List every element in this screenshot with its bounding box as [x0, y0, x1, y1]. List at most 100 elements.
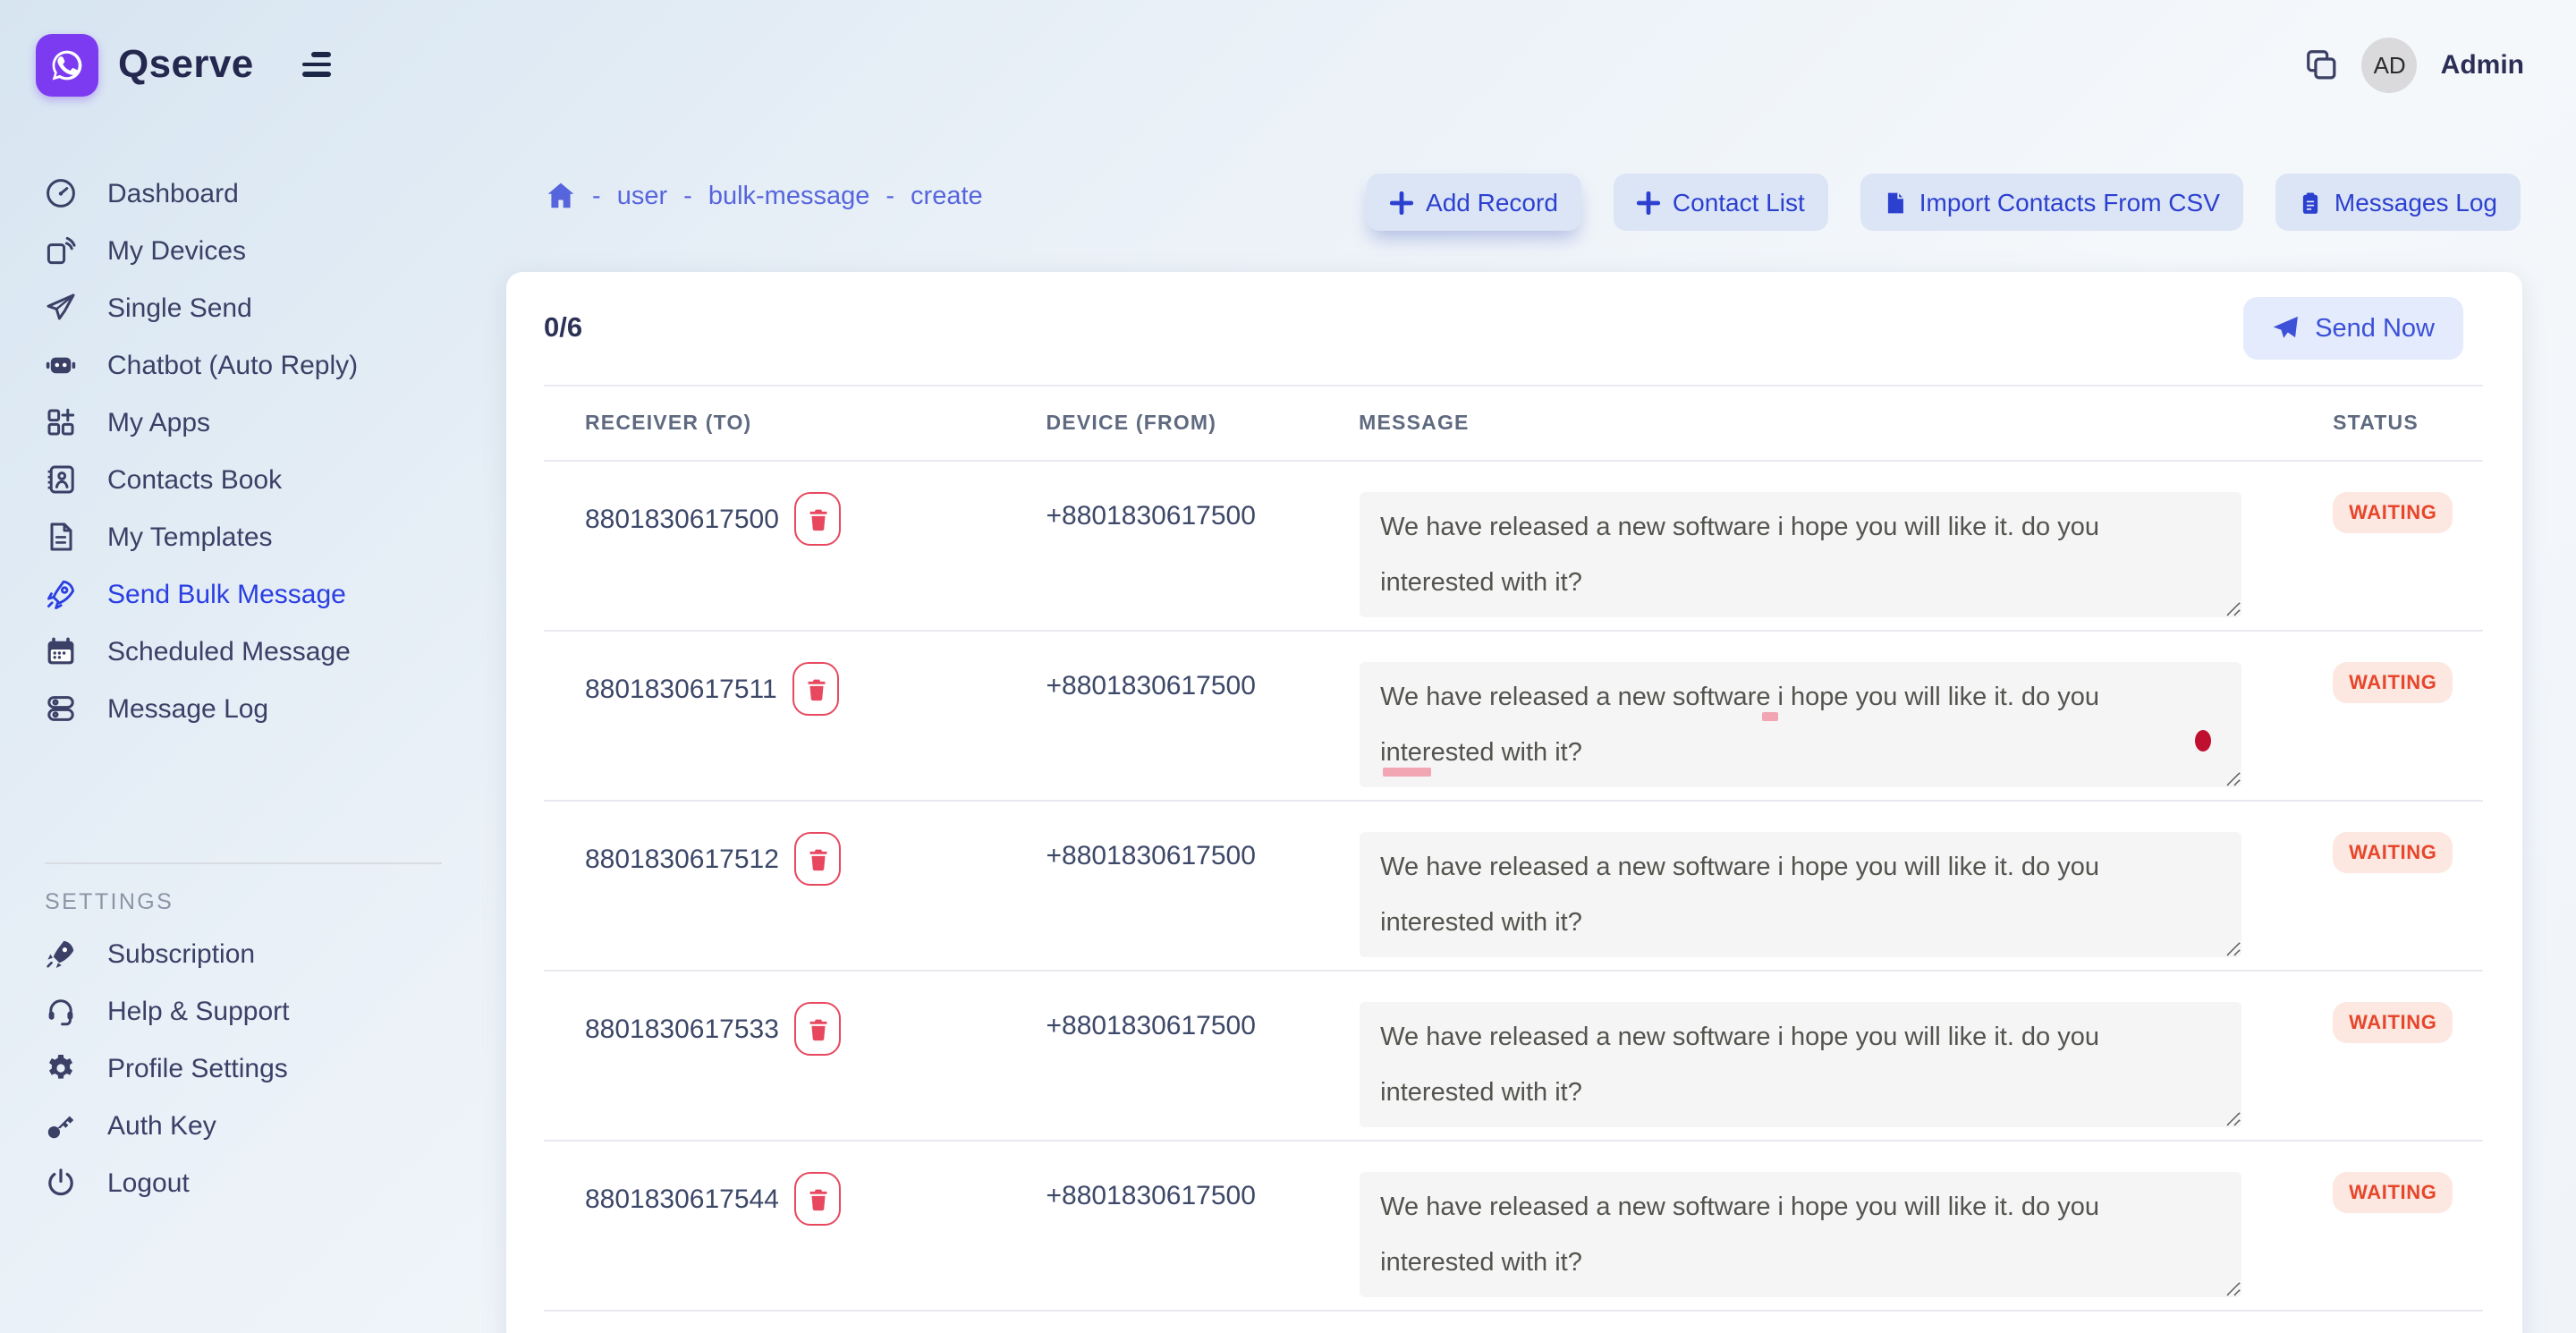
- plus-icon: [1637, 191, 1660, 214]
- sidebar-item-label: My Apps: [107, 407, 210, 437]
- sidebar-item-label: Send Bulk Message: [107, 579, 346, 609]
- menu-toggle-icon[interactable]: [302, 52, 331, 77]
- message-textarea[interactable]: [1359, 1002, 2241, 1127]
- calendar-icon: [45, 635, 77, 667]
- power-icon: [45, 1167, 77, 1199]
- sidebar-item-scheduled-message[interactable]: Scheduled Message: [0, 623, 487, 680]
- templates-icon: [45, 521, 77, 553]
- page: Qserve AD Admin Dashboard My Devices Sin…: [0, 0, 2576, 1333]
- sidebar-item-label: Subscription: [107, 938, 255, 969]
- recipients-table: RECEIVER (TO) DEVICE (FROM) MESSAGE STAT…: [544, 385, 2483, 1312]
- delete-row-button[interactable]: [795, 1172, 842, 1226]
- send-now-button[interactable]: Send Now: [2243, 297, 2463, 360]
- csv-file-icon: [1884, 191, 1907, 214]
- sidebar-item-chatbot-auto-reply[interactable]: Chatbot (Auto Reply): [0, 336, 487, 394]
- sidebar-item-help-support[interactable]: Help & Support: [0, 982, 487, 1040]
- breadcrumb-separator: -: [683, 182, 692, 210]
- sidebar-item-label: Single Send: [107, 293, 252, 323]
- delete-row-button[interactable]: [795, 1002, 842, 1056]
- sidebar-item-label: My Templates: [107, 522, 273, 552]
- key-icon: [45, 1109, 77, 1142]
- gear-icon: [45, 1052, 77, 1084]
- copy-icon[interactable]: [2305, 47, 2339, 81]
- brand-logo[interactable]: Qserve: [0, 33, 254, 96]
- delete-row-button[interactable]: [795, 492, 842, 546]
- avatar[interactable]: AD: [2362, 37, 2418, 92]
- receiver-number: 8801830617511: [585, 674, 777, 704]
- clipboard-icon: [2299, 191, 2322, 214]
- sidebar-item-label: Chatbot (Auto Reply): [107, 350, 358, 380]
- whatsapp-logo-icon: [36, 33, 98, 96]
- breadcrumb-item-user[interactable]: user: [617, 182, 667, 210]
- sidebar-item-dashboard[interactable]: Dashboard: [0, 165, 487, 222]
- sidebar-item-subscription[interactable]: Subscription: [0, 925, 487, 982]
- contact-list-button[interactable]: Contact List: [1614, 174, 1828, 231]
- brand-name: Qserve: [118, 41, 254, 88]
- sidebar-item-send-bulk-message[interactable]: Send Bulk Message: [0, 565, 487, 623]
- add-record-button[interactable]: Add Record: [1367, 174, 1581, 231]
- sidebar-item-label: Dashboard: [107, 178, 239, 208]
- receiver-number: 8801830617500: [585, 504, 779, 534]
- apps-icon: [45, 406, 77, 438]
- dashboard-icon: [45, 177, 77, 209]
- robot-icon: [45, 349, 77, 381]
- sidebar-divider: [45, 862, 442, 864]
- sidebar-item-my-apps[interactable]: My Apps: [0, 394, 487, 451]
- table-row: 8801830617500 +8801830617500 WAITING: [544, 462, 2483, 632]
- message-textarea[interactable]: [1359, 832, 2241, 957]
- device-number: +8801830617500: [1046, 841, 1256, 871]
- sidebar-item-profile-settings[interactable]: Profile Settings: [0, 1040, 487, 1097]
- delete-row-button[interactable]: [795, 832, 842, 886]
- message-textarea[interactable]: [1359, 662, 2241, 787]
- action-buttons: Add Record Contact List Import Contacts …: [1367, 174, 2521, 231]
- table-header: RECEIVER (TO) DEVICE (FROM) MESSAGE STAT…: [544, 385, 2483, 462]
- top-bar: Qserve AD Admin: [0, 0, 2576, 129]
- sidebar-item-label: Help & Support: [107, 996, 289, 1026]
- device-number: +8801830617500: [1046, 671, 1256, 701]
- column-status: STATUS: [2333, 413, 2483, 435]
- sidebar-item-single-send[interactable]: Single Send: [0, 279, 487, 336]
- headset-icon: [45, 995, 77, 1027]
- sidebar-item-label: Profile Settings: [107, 1053, 288, 1083]
- rocket-filled-icon: [45, 938, 77, 970]
- breadcrumb-item-bulk-message[interactable]: bulk-message: [708, 182, 870, 210]
- messages-log-button[interactable]: Messages Log: [2275, 174, 2521, 231]
- status-badge: WAITING: [2333, 662, 2453, 703]
- table-row: 8801830617544 +8801830617500 WAITING: [544, 1142, 2483, 1312]
- sidebar-item-auth-key[interactable]: Auth Key: [0, 1097, 487, 1154]
- sidebar-item-my-templates[interactable]: My Templates: [0, 508, 487, 565]
- settings-heading: SETTINGS: [45, 889, 487, 914]
- rocket-icon: [45, 578, 77, 610]
- breadcrumb-separator: -: [592, 182, 601, 210]
- device-number: +8801830617500: [1046, 1181, 1256, 1211]
- sidebar-item-label: Auth Key: [107, 1110, 216, 1141]
- table-row: 8801830617511 +8801830617500 WAITING: [544, 632, 2483, 802]
- sidebar-item-contacts-book[interactable]: Contacts Book: [0, 451, 487, 508]
- sidebar-item-my-devices[interactable]: My Devices: [0, 222, 487, 279]
- import-contacts-csv-button[interactable]: Import Contacts From CSV: [1860, 174, 2243, 231]
- progress-counter: 0/6: [544, 312, 582, 344]
- user-name[interactable]: Admin: [2441, 49, 2524, 80]
- sidebar-item-logout[interactable]: Logout: [0, 1154, 487, 1211]
- table-row: 8801830617533 +8801830617500 WAITING: [544, 972, 2483, 1142]
- sidebar-main-list: Dashboard My Devices Single Send Chatbot…: [0, 165, 487, 737]
- sidebar-item-message-log[interactable]: Message Log: [0, 680, 487, 737]
- paper-plane-icon: [2272, 315, 2299, 342]
- column-device: DEVICE (FROM): [1046, 413, 1360, 435]
- receiver-number: 8801830617544: [585, 1184, 779, 1214]
- breadcrumb-item-create[interactable]: create: [911, 182, 983, 210]
- status-badge: WAITING: [2333, 832, 2453, 873]
- message-textarea[interactable]: [1359, 492, 2241, 617]
- plus-icon: [1390, 191, 1413, 214]
- sidebar-item-label: Message Log: [107, 693, 268, 724]
- delete-row-button[interactable]: [793, 662, 840, 716]
- status-badge: WAITING: [2333, 492, 2453, 533]
- sidebar-item-label: My Devices: [107, 235, 246, 266]
- devices-icon: [45, 234, 77, 267]
- contacts-icon: [45, 463, 77, 496]
- trash-icon: [809, 507, 828, 531]
- receiver-number: 8801830617512: [585, 844, 779, 874]
- home-icon[interactable]: [546, 181, 576, 211]
- message-textarea[interactable]: [1359, 1172, 2241, 1297]
- breadcrumb: - user - bulk-message - create: [546, 181, 983, 211]
